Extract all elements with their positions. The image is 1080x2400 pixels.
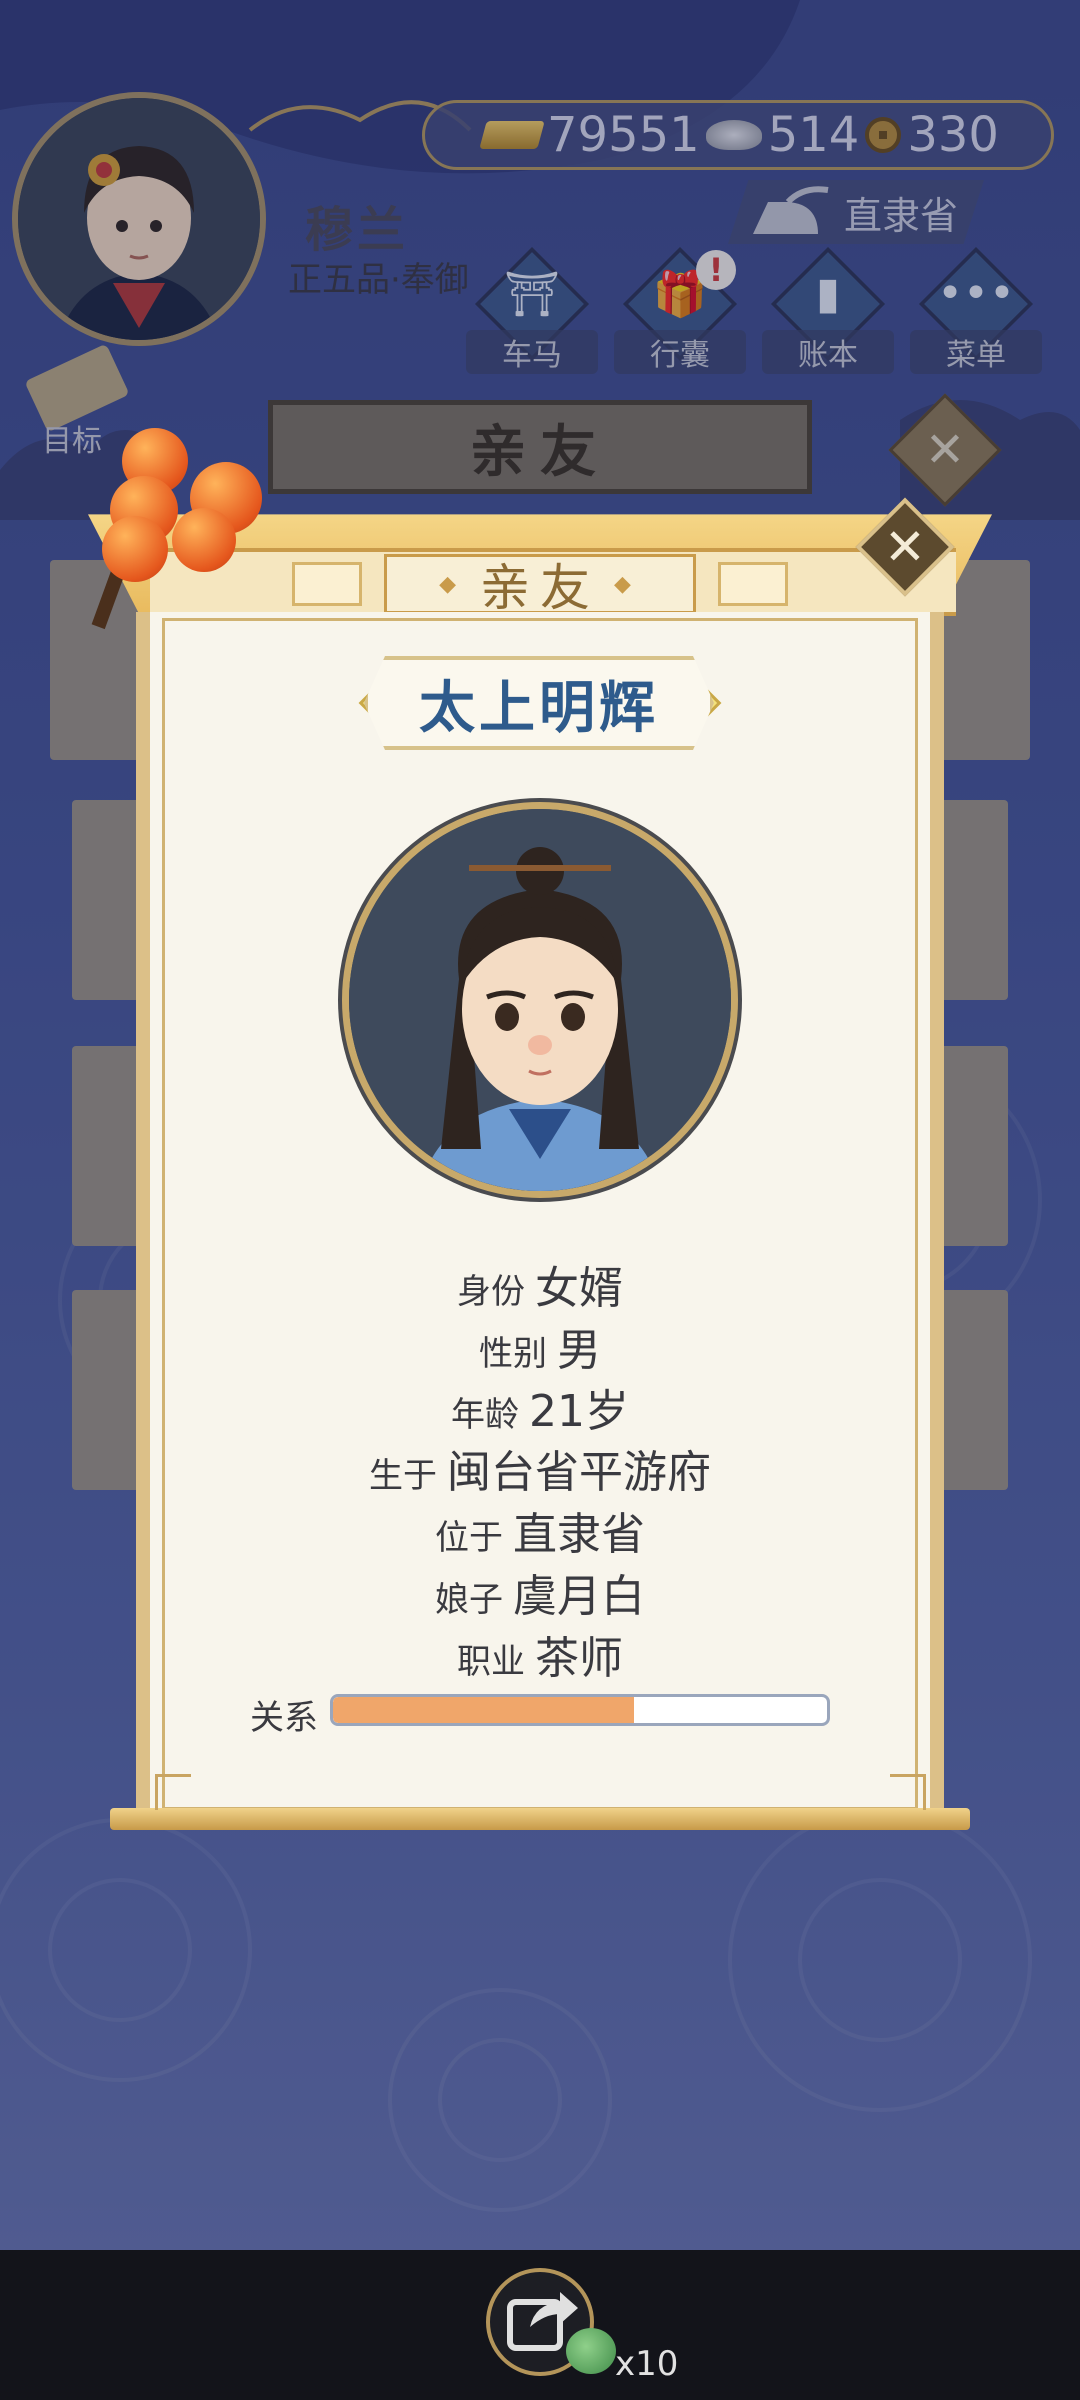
header-ornament [292, 562, 362, 606]
info-age: 年龄 21岁 [451, 1386, 629, 1437]
person-name: 太上明辉 [364, 656, 714, 750]
info-occupation: 职业 茶师 [457, 1633, 623, 1684]
info-location: 位于 直隶省 [435, 1509, 645, 1560]
frog-token-icon [566, 2328, 616, 2374]
info-birthplace: 生于 闽台省平游府 [369, 1447, 711, 1498]
candied-fruit-decoration [172, 508, 236, 572]
corner-ornament [155, 1774, 191, 1810]
person-portrait [342, 802, 738, 1198]
share-count: x10 [615, 2344, 679, 2384]
dialog-bottom-rod [110, 1808, 970, 1830]
relation-bar-fill [333, 1697, 635, 1723]
info-wife: 娘子 虞月白 [435, 1571, 645, 1622]
relation-bar [330, 1694, 830, 1726]
dialog-title: ◆ 亲友 ◆ [384, 554, 696, 617]
info-identity: 身份 女婿 [457, 1263, 623, 1314]
close-icon: ✕ [884, 518, 926, 576]
corner-ornament [890, 1774, 926, 1810]
info-gender: 性别男 [479, 1325, 601, 1376]
candied-fruit-decoration [102, 516, 168, 582]
relation-label: 关系 [250, 1698, 318, 1738]
header-ornament [718, 562, 788, 606]
